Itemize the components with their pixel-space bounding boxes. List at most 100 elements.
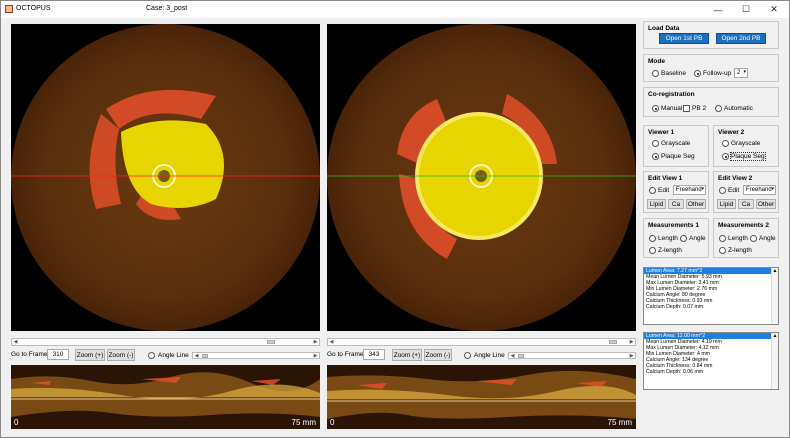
pb2-checkbox[interactable] — [683, 105, 690, 112]
angle-label: Angle — [689, 235, 706, 242]
open-1st-pb-button[interactable]: Open 1st PB — [659, 33, 709, 44]
followup-radio[interactable] — [694, 70, 701, 77]
lipid-button-1[interactable]: Lipid — [647, 199, 666, 209]
scroll-thumb[interactable] — [267, 340, 275, 344]
scroll-right-icon[interactable]: ▶ — [312, 339, 319, 345]
plaque-seg-radio-2[interactable] — [722, 153, 729, 160]
oct-viewer-2[interactable] — [327, 24, 636, 331]
viewer-2-title: Viewer 2 — [718, 129, 745, 136]
scroll-thumb[interactable] — [609, 340, 617, 344]
angle-line-radio-1[interactable] — [148, 352, 155, 359]
zoom-out-button-1[interactable]: Zoom (-) — [107, 349, 135, 361]
automatic-label: Automatic — [724, 105, 753, 112]
edit-view-2-panel: Edit View 2 Edit Freehand ▾ Lipid Ca Othe… — [713, 171, 779, 213]
longitudinal-view-1[interactable]: 0 75 mm — [11, 365, 320, 429]
measurements-1-panel: Measurements 1 Length Angle Z-length — [643, 218, 709, 258]
frame-scrollbar-1[interactable]: ◀ ▶ — [11, 338, 320, 346]
chevron-down-icon: ▾ — [743, 69, 746, 75]
zoom-in-button-1[interactable]: Zoom (+) — [75, 349, 105, 361]
length-start-label: 0 — [14, 418, 19, 427]
results-listbox-1[interactable]: Lumen Area: 7.27 mm^2 Mean Lumen Diamete… — [643, 267, 779, 325]
slider-thumb[interactable] — [518, 354, 524, 358]
list-item[interactable]: Calcium Depth: 0.06 mm — [644, 369, 778, 375]
results-listbox-2[interactable]: Lumen Area: 12.00 mm^2 Mean Lumen Diamet… — [643, 332, 779, 390]
scroll-right-icon[interactable]: ▶ — [312, 353, 319, 359]
edit-view-2-title: Edit View 2 — [718, 175, 753, 182]
edit-mode-value: Freehand — [746, 187, 772, 193]
length-radio-1[interactable] — [649, 235, 656, 242]
viewer-1-panel: Viewer 1 Grayscale Plaque Seg — [643, 125, 709, 167]
ca-button-1[interactable]: Ca — [668, 199, 684, 209]
zoom-in-button-2[interactable]: Zoom (+) — [392, 349, 422, 361]
load-data-title: Load Data — [648, 25, 680, 32]
edit-mode-value: Freehand — [676, 187, 702, 193]
length-radio-2[interactable] — [719, 235, 726, 242]
angle-slider-2[interactable]: ◀ ▶ — [508, 352, 636, 359]
length-label: Length — [728, 235, 748, 242]
chevron-down-icon: ▾ — [771, 186, 774, 192]
followup-value: 2 — [737, 70, 741, 76]
go-to-frame-label: Go to Frame — [327, 351, 364, 358]
scroll-left-icon[interactable]: ◀ — [193, 353, 200, 359]
length-label: Length — [658, 235, 678, 242]
scroll-left-icon[interactable]: ◀ — [328, 339, 335, 345]
scroll-up-icon[interactable]: ▲ — [772, 268, 778, 274]
edit-view-1-title: Edit View 1 — [648, 175, 683, 182]
minimize-button[interactable]: — — [704, 1, 732, 18]
scroll-left-icon[interactable]: ◀ — [12, 339, 19, 345]
plaque-overlay-2 — [327, 94, 636, 259]
manual-radio[interactable] — [652, 105, 659, 112]
mode-panel: Mode Baseline Follow-up 2 ▾ — [643, 54, 779, 82]
measurements-2-panel: Measurements 2 Length Angle Z-length — [713, 218, 779, 258]
angle-radio-1[interactable] — [680, 235, 687, 242]
co-registration-panel: Co-registration Manual PB 2 Automatic — [643, 87, 779, 117]
lipid-button-2[interactable]: Lipid — [717, 199, 736, 209]
edit-mode-select-2[interactable]: Freehand ▾ — [743, 185, 776, 195]
baseline-radio[interactable] — [652, 70, 659, 77]
plaque-seg-radio-1[interactable] — [652, 153, 659, 160]
other-button-2[interactable]: Other — [756, 199, 776, 209]
automatic-radio[interactable] — [715, 105, 722, 112]
length-end-label: 75 mm — [291, 418, 316, 427]
scroll-left-icon[interactable]: ◀ — [509, 353, 516, 359]
length-end-label: 75 mm — [607, 418, 632, 427]
close-button[interactable]: ✕ — [760, 1, 788, 18]
mode-title: Mode — [648, 58, 665, 65]
followup-label: Follow-up — [703, 70, 732, 77]
scroll-up-icon[interactable]: ▲ — [772, 333, 778, 339]
scroll-right-icon[interactable]: ▶ — [628, 353, 635, 359]
open-2nd-pb-button[interactable]: Open 2nd PB — [716, 33, 766, 44]
chevron-down-icon: ▾ — [701, 186, 704, 192]
baseline-label: Baseline — [661, 70, 686, 77]
list-item[interactable]: Calcium Depth: 0.07 mm — [644, 304, 778, 310]
longitudinal-view-2[interactable]: 0 75 mm — [327, 365, 636, 429]
listbox-scrollbar[interactable]: ▲ — [771, 268, 778, 324]
grayscale-radio-2[interactable] — [722, 140, 729, 147]
edit-radio-2[interactable] — [719, 187, 726, 194]
measurements-1-title: Measurements 1 — [648, 222, 699, 229]
angle-radio-2[interactable] — [750, 235, 757, 242]
followup-select[interactable]: 2 ▾ — [734, 68, 748, 78]
zoom-out-button-2[interactable]: Zoom (-) — [424, 349, 452, 361]
frame-input-1[interactable]: 310 — [47, 349, 69, 360]
frame-input-2[interactable]: 343 — [363, 349, 385, 360]
frame-scrollbar-2[interactable]: ◀ ▶ — [327, 338, 636, 346]
oct-viewer-1[interactable] — [11, 24, 320, 331]
scroll-right-icon[interactable]: ▶ — [628, 339, 635, 345]
z-length-radio-1[interactable] — [649, 247, 656, 254]
z-length-radio-2[interactable] — [719, 247, 726, 254]
maximize-button[interactable]: ☐ — [732, 1, 760, 18]
listbox-scrollbar[interactable]: ▲ — [771, 333, 778, 389]
edit-mode-select-1[interactable]: Freehand ▾ — [673, 185, 706, 195]
load-data-panel: Load Data Open 1st PB Open 2nd PB — [643, 21, 779, 49]
length-start-label: 0 — [330, 418, 335, 427]
longitudinal-image-1 — [11, 365, 320, 429]
grayscale-radio-1[interactable] — [652, 140, 659, 147]
other-button-1[interactable]: Other — [686, 199, 706, 209]
go-to-frame-label: Go to Frame — [11, 351, 48, 358]
slider-thumb[interactable] — [202, 354, 208, 358]
angle-line-radio-2[interactable] — [464, 352, 471, 359]
angle-slider-1[interactable]: ◀ ▶ — [192, 352, 320, 359]
ca-button-2[interactable]: Ca — [738, 199, 754, 209]
edit-radio-1[interactable] — [649, 187, 656, 194]
